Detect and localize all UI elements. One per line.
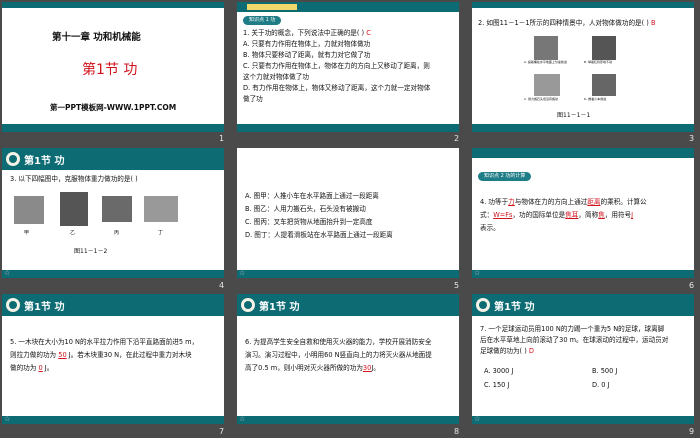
header-emblem-icon [241,298,255,312]
figure-caption-b: B. 举着杠铃原地不动 [584,60,612,64]
slide-thumbnail-6[interactable]: 知识点 2 功的计算 4. 功等于力与物体在力的方向上通过距离的乘积。计算公 式… [472,148,694,278]
header-title: 第1节 功 [24,302,65,313]
footer-bar [237,270,459,278]
option-d: D. 0 J [592,381,610,389]
figure-caption-d: D. 推着小车前进 [584,97,607,101]
figure-caption-c: C. 用力搬石头但没有搬动 [524,97,559,101]
figure-jia [14,196,44,224]
option-c: C. 150 J [484,381,510,389]
chapter-title: 第十一章 功和机械能 [52,32,141,43]
header-emblem-icon [476,298,490,312]
footer-bar [472,124,694,132]
header-title: 第1节 功 [494,302,535,313]
figure-bing [102,196,132,222]
top-bar [2,2,224,8]
figure-label-yi: 乙 [70,230,76,236]
knowledge-badge: 知识点 1 功 [243,16,282,25]
header-emblem-icon [6,298,20,312]
header-bar: 第1节 功 [472,294,694,316]
header-bar: 第1节 功 [237,294,459,316]
header-tag [247,4,297,10]
footer-bar [472,270,694,278]
question-text: 2. 如图11－1－1所示的四种情景中，人对物体做功的是( ) B [478,19,656,27]
figure-c [534,74,560,96]
slide-number: 4 [219,281,225,290]
footer-bar [237,124,459,132]
options-list: A. 图甲：人推小车在水平路面上通过一段距离 B. 图乙：人用力搬石头，石头没有… [245,192,393,239]
slide-thumbnail-4[interactable]: 第1节 功 3. 以下四幅图中，克服物体重力做功的是( ) 甲 乙 丙 丁 图1… [2,148,224,278]
header-title: 第1节 功 [24,156,65,167]
slide-number: 6 [689,281,695,290]
header-bar: 第1节 功 [2,294,224,316]
slide-number: 7 [219,427,225,436]
footer-bar [2,416,224,424]
figure-yi [60,192,88,226]
knowledge-badge: 知识点 2 功的计算 [478,172,532,181]
figure-d [592,74,616,96]
question-text: 7. 一个足球运动员用100 N的力踢一个重为5 N的足球，球离脚 后在水平草地… [480,325,669,355]
figure-caption-a: A. 提着桶在水平地面上匀速前进 [524,60,567,64]
footer-bar [2,124,224,132]
slide-thumbnail-2[interactable]: 知识点 1 功 1. 关于功的概念，下列说法中正确的是( ) C A. 只要有力… [237,2,459,132]
slide-number: 9 [689,427,695,436]
figure-b [592,36,616,60]
figure-ding [144,196,178,222]
footer-bar [237,416,459,424]
slide-thumbnail-9[interactable]: 第1节 功 7. 一个足球运动员用100 N的力踢一个重为5 N的足球，球离脚 … [472,294,694,424]
top-bar [472,2,694,8]
site-credit: 第一PPT模板网-WWW.1PPT.COM [50,103,177,112]
slide-thumbnail-8[interactable]: 第1节 功 6. 为提高学生安全自救和使用灭火器的能力，学校开展消防安全 演习。… [237,294,459,424]
question-text: 5. 一木块在大小为10 N的水平拉力作用下沿平直路面前进5 m， 则拉力做的功… [10,338,199,372]
header-title: 第1节 功 [259,302,300,313]
header-bar [472,148,694,158]
option-b: B. 500 J [592,367,618,375]
figure-label: 图11－1－1 [557,112,591,119]
figure-label-bing: 丙 [114,230,120,236]
question-text: 6. 为提高学生安全自救和使用灭火器的能力，学校开展消防安全 演习。演习过程中，… [245,338,432,372]
option-a: A. 3000 J [484,367,514,375]
slide-number: 1 [219,134,225,143]
footer-bar [2,270,224,278]
figure-label-ding: 丁 [158,230,164,236]
slide-number: 2 [454,134,460,143]
header-bar: 第1节 功 [2,148,224,170]
slide-thumbnail-3[interactable]: 2. 如图11－1－1所示的四种情景中，人对物体做功的是( ) B A. 提着桶… [472,2,694,132]
question-text: 1. 关于功的概念，下列说法中正确的是( ) C A. 只要有力作用在物体上，力… [243,29,431,103]
figure-a [534,36,558,60]
header-emblem-icon [6,152,20,166]
slide-number: 3 [689,134,695,143]
slide-thumbnail-5[interactable]: A. 图甲：人推小车在水平路面上通过一段距离 B. 图乙：人用力搬石头，石头没有… [237,148,459,278]
section-title: 第1节 功 [82,62,138,78]
slide-number: 5 [454,281,460,290]
question-text: 3. 以下四幅图中，克服物体重力做功的是( ) [10,175,138,183]
figure-label-jia: 甲 [24,230,30,236]
slide-thumbnail-1[interactable]: 第十一章 功和机械能 第1节 功 第一PPT模板网-WWW.1PPT.COM [2,2,224,132]
footer-bar [472,416,694,424]
slide-number: 8 [454,427,460,436]
fill-in-text: 4. 功等于力与物体在力的方向上通过距离的乘积。计算公 式：W=Fs，功的国际单… [480,198,647,232]
slide-thumbnail-7[interactable]: 第1节 功 5. 一木块在大小为10 N的水平拉力作用下沿平直路面前进5 m， … [2,294,224,424]
figure-caption: 图11－1－2 [74,248,108,255]
